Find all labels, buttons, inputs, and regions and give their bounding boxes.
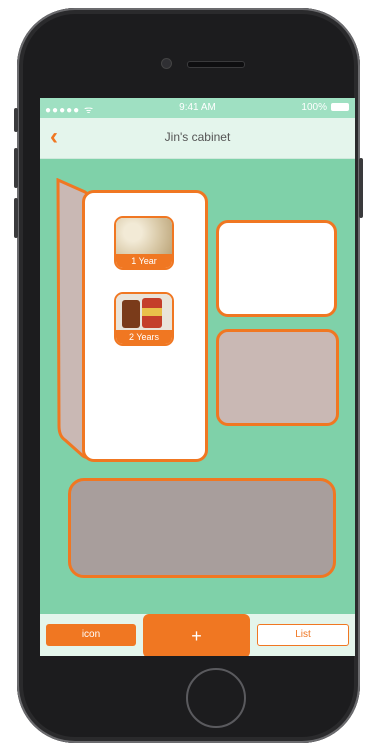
can-image [122,300,140,328]
battery-percentage: 100% [301,102,327,113]
nav-bar: ‹ Jin's cabinet [40,118,355,159]
item-canned-goods[interactable]: 2 Years [114,292,174,346]
volume-up-button [14,148,18,188]
icon-view-button[interactable]: icon [46,624,136,646]
item-expiry-label: 2 Years [116,330,172,344]
front-camera [161,58,172,69]
add-item-button[interactable]: + [143,614,250,656]
fridge-shelf-top[interactable] [216,220,337,317]
bottom-toolbar: icon + List [40,614,355,656]
item-rice[interactable]: 1 Year [114,216,174,270]
home-button[interactable] [186,668,246,728]
volume-down-button [14,198,18,238]
fridge-shelf-middle[interactable] [216,329,339,426]
mute-switch [14,108,18,132]
item-expiry-label: 1 Year [116,254,172,268]
list-view-button[interactable]: List [257,624,349,646]
status-bar: ●●●●● ᯤ 9:41 AM 100% [40,98,355,118]
speaker-grille [187,61,245,68]
canned-goods-image [116,294,172,330]
page-title: Jin's cabinet [164,130,231,144]
power-button [359,158,363,218]
fridge-drawer[interactable] [68,478,336,578]
can-image [142,298,162,328]
rice-image [116,218,172,254]
battery-icon [331,103,349,111]
app-screen: ●●●●● ᯤ 9:41 AM 100% ‹ Jin's cabinet 1 Y… [40,98,355,656]
